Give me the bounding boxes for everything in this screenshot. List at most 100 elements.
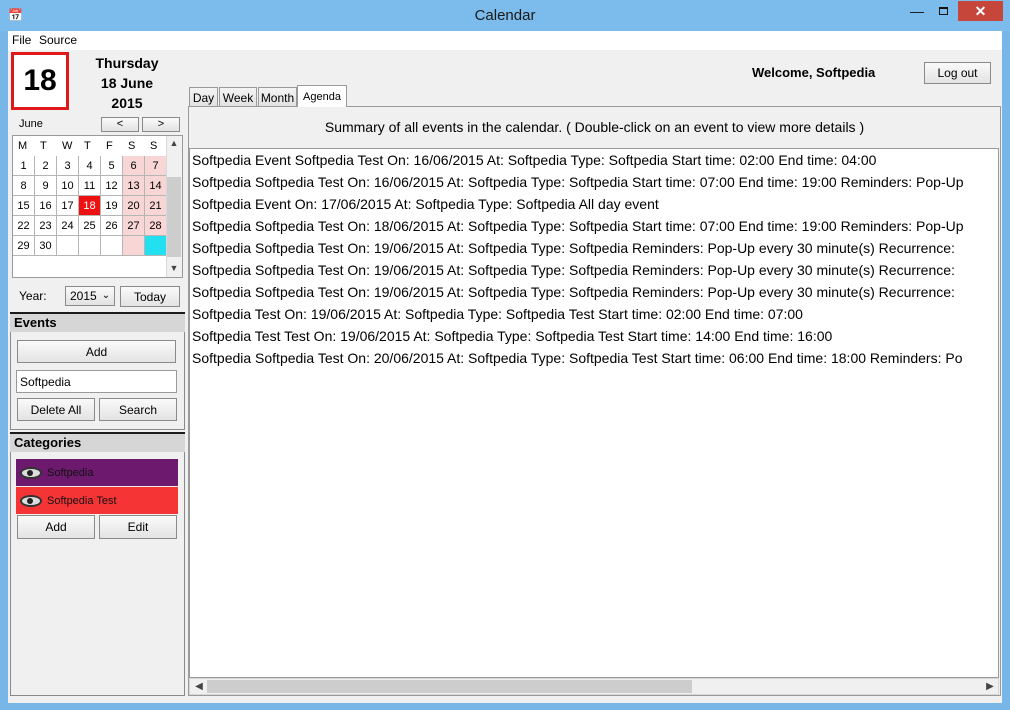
calendar-empty-cell <box>79 236 101 256</box>
calendar-day[interactable]: 21 <box>145 196 167 216</box>
search-button[interactable]: Search <box>99 398 177 421</box>
scrollbar-thumb[interactable] <box>167 177 181 257</box>
welcome-text: Welcome, Softpedia <box>752 65 876 80</box>
event-search-input[interactable] <box>16 370 177 393</box>
category-item[interactable]: Softpedia Test <box>16 487 178 514</box>
mini-calendar: M T W T F S S 1 2 3 4 5 6 7 8 9 10 11 12 13 14 15 16 17 18 19 20 21… <box>12 135 183 278</box>
calendar-day[interactable]: 30 <box>35 236 57 256</box>
eye-icon[interactable] <box>20 494 42 507</box>
calendar-empty-cell <box>101 236 123 256</box>
add-category-button[interactable]: Add <box>17 515 95 539</box>
calendar-day[interactable]: 28 <box>145 216 167 236</box>
calendar-day[interactable]: 11 <box>79 176 101 196</box>
scroll-up-icon[interactable]: ▲ <box>166 136 182 150</box>
calendar-empty-cell <box>57 236 79 256</box>
agenda-event-row[interactable]: Softpedia Test On: 19/06/2015 At: Softpe… <box>192 303 803 325</box>
weekday-header: S <box>123 136 145 156</box>
agenda-event-row[interactable]: Softpedia Softpedia Test On: 20/06/2015 … <box>192 347 963 369</box>
calendar-day[interactable]: 10 <box>57 176 79 196</box>
calendar-day[interactable]: 20 <box>123 196 145 216</box>
chevron-down-icon[interactable]: ⌄ <box>99 286 113 306</box>
calendar-empty-cell <box>145 236 167 256</box>
scrollbar-thumb[interactable] <box>207 680 692 693</box>
scroll-right-icon[interactable]: ▶ <box>983 679 997 694</box>
calendar-day[interactable]: 13 <box>123 176 145 196</box>
weekday-header: M <box>13 136 35 156</box>
calendar-day[interactable]: 18 <box>79 196 101 216</box>
calendar-day[interactable]: 14 <box>145 176 167 196</box>
prev-month-button[interactable]: < <box>101 117 139 132</box>
maximize-icon <box>938 7 948 15</box>
category-label: Softpedia <box>47 466 94 479</box>
calendar-day[interactable]: 29 <box>13 236 35 256</box>
weekday-header: F <box>101 136 123 156</box>
tab-agenda[interactable]: Agenda <box>297 85 347 107</box>
current-weekday: Thursday <box>95 55 159 71</box>
scroll-down-icon[interactable]: ▼ <box>166 261 182 275</box>
current-day-month: 18 June <box>100 75 154 91</box>
agenda-event-row[interactable]: Softpedia Softpedia Test On: 16/06/2015 … <box>192 171 964 193</box>
menu-source[interactable]: Source <box>39 33 77 47</box>
agenda-event-row[interactable]: Softpedia Test Test On: 19/06/2015 At: S… <box>192 325 832 347</box>
current-year: 2015 <box>111 95 143 111</box>
calendar-day[interactable]: 19 <box>101 196 123 216</box>
agenda-event-row[interactable]: Softpedia Softpedia Test On: 19/06/2015 … <box>192 281 955 303</box>
calendar-day[interactable]: 15 <box>13 196 35 216</box>
calendar-day[interactable]: 2 <box>35 156 57 176</box>
year-label: Year: <box>19 289 47 303</box>
edit-category-button[interactable]: Edit <box>99 515 177 539</box>
weekday-header: T <box>79 136 101 156</box>
calendar-day[interactable]: 16 <box>35 196 57 216</box>
current-day-number: 18 <box>11 52 69 110</box>
category-item[interactable]: Softpedia <box>16 459 178 486</box>
calendar-day[interactable]: 26 <box>101 216 123 236</box>
category-label: Softpedia Test <box>47 494 117 507</box>
menu-bar <box>8 31 1002 50</box>
calendar-empty-cell <box>123 236 145 256</box>
agenda-event-row[interactable]: Softpedia Event On: 17/06/2015 At: Softp… <box>192 193 659 215</box>
agenda-event-row[interactable]: Softpedia Event Softpedia Test On: 16/06… <box>192 149 876 171</box>
eye-icon[interactable] <box>20 466 42 479</box>
calendar-day[interactable]: 23 <box>35 216 57 236</box>
today-button[interactable]: Today <box>120 286 180 307</box>
tab-day[interactable]: Day <box>189 87 218 107</box>
events-header: Events <box>10 312 185 332</box>
calendar-day[interactable]: 7 <box>145 156 167 176</box>
calendar-day[interactable]: 1 <box>13 156 35 176</box>
tab-week[interactable]: Week <box>219 87 257 107</box>
agenda-event-row[interactable]: Softpedia Softpedia Test On: 18/06/2015 … <box>192 215 964 237</box>
calendar-day[interactable]: 12 <box>101 176 123 196</box>
calendar-day[interactable]: 27 <box>123 216 145 236</box>
weekday-header: S <box>145 136 167 156</box>
delete-all-button[interactable]: Delete All <box>17 398 95 421</box>
scroll-left-icon[interactable]: ◀ <box>192 679 206 694</box>
categories-header: Categories <box>10 432 185 452</box>
weekday-header: T <box>35 136 57 156</box>
agenda-summary: Summary of all events in the calendar. (… <box>324 119 865 135</box>
close-button[interactable]: ✕ <box>958 1 1003 21</box>
calendar-day[interactable]: 5 <box>101 156 123 176</box>
calendar-day[interactable]: 22 <box>13 216 35 236</box>
window-title: Calendar <box>474 7 536 24</box>
menu-file[interactable]: File <box>12 33 31 47</box>
calendar-day[interactable]: 25 <box>79 216 101 236</box>
minimize-button[interactable]: — <box>904 1 930 21</box>
calendar-day[interactable]: 6 <box>123 156 145 176</box>
tab-month[interactable]: Month <box>258 87 297 107</box>
logout-button[interactable]: Log out <box>924 62 991 84</box>
weekday-header: W <box>57 136 79 156</box>
calendar-day[interactable]: 8 <box>13 176 35 196</box>
agenda-event-row[interactable]: Softpedia Softpedia Test On: 19/06/2015 … <box>192 259 955 281</box>
calendar-day[interactable]: 24 <box>57 216 79 236</box>
next-month-button[interactable]: > <box>142 117 180 132</box>
mini-calendar-grid: M T W T F S S 1 2 3 4 5 6 7 8 9 10 11 12 13 14 15 16 17 18 19 20 21… <box>13 136 167 256</box>
agenda-event-list[interactable]: Softpedia Event Softpedia Test On: 16/06… <box>189 148 999 678</box>
add-event-button[interactable]: Add <box>17 340 176 363</box>
maximize-button[interactable] <box>930 1 956 21</box>
calendar-day[interactable]: 3 <box>57 156 79 176</box>
calendar-day[interactable]: 4 <box>79 156 101 176</box>
mini-calendar-month: June <box>19 118 43 130</box>
calendar-day[interactable]: 17 <box>57 196 79 216</box>
agenda-event-row[interactable]: Softpedia Softpedia Test On: 19/06/2015 … <box>192 237 955 259</box>
calendar-day[interactable]: 9 <box>35 176 57 196</box>
